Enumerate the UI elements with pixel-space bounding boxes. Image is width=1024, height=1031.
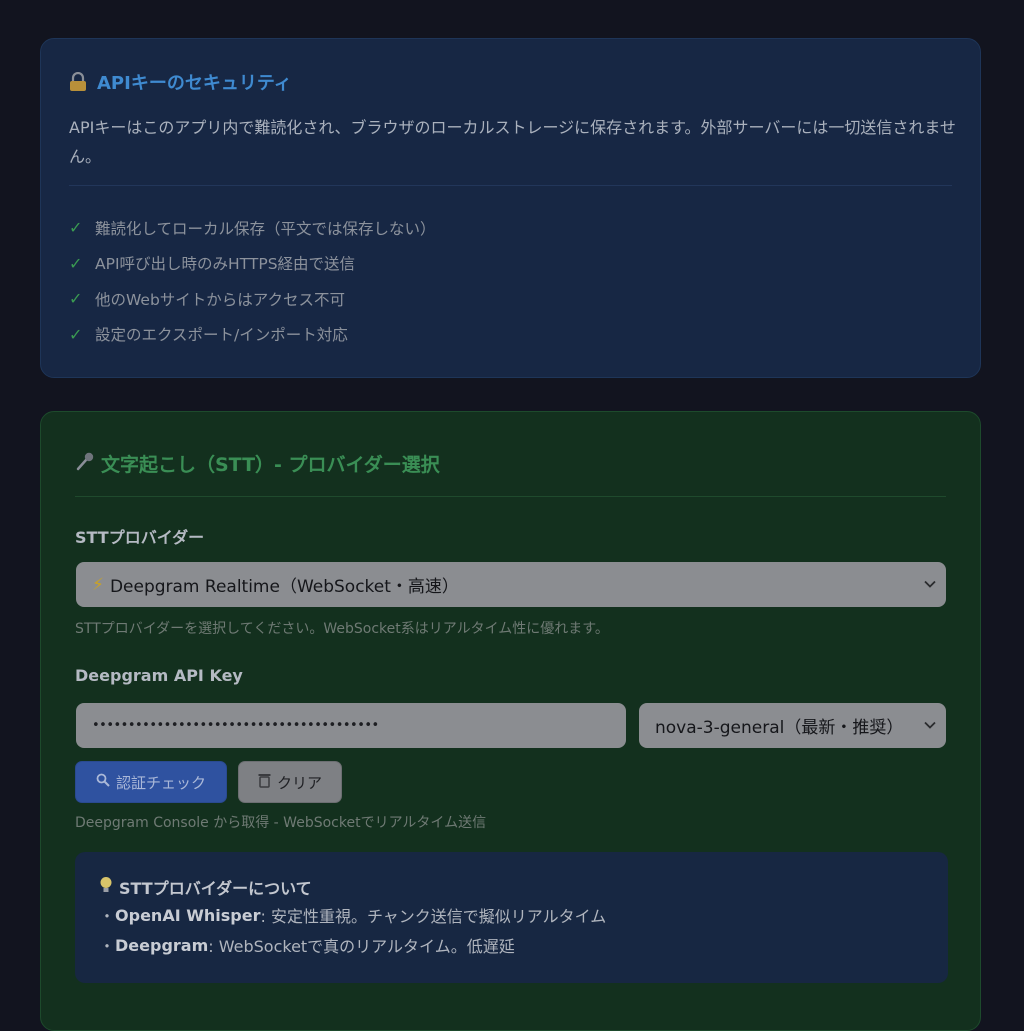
list-item: ✓ API呼び出し時のみHTTPS経由で送信 bbox=[69, 253, 356, 274]
lightning-icon: ⚡ bbox=[92, 574, 104, 595]
security-card: APIキーのセキュリティ APIキーはこのアプリ内で難読化され、ブラウザのローカ… bbox=[40, 38, 981, 378]
model-select[interactable]: nova-3-general（最新・推奨） bbox=[639, 703, 946, 748]
auth-check-button[interactable]: 認証チェック bbox=[75, 761, 227, 803]
info-line-deepgram: ・ Deepgram: WebSocketで真のリアルタイム。低遅延 bbox=[99, 935, 515, 957]
check-icon: ✓ bbox=[69, 289, 83, 309]
security-divider bbox=[69, 185, 952, 186]
lock-icon bbox=[69, 71, 87, 92]
api-key-hint: Deepgram Console から取得 - WebSocketでリアルタイム… bbox=[75, 815, 487, 831]
lightbulb-icon bbox=[99, 876, 113, 898]
trash-icon bbox=[258, 773, 271, 792]
clear-button[interactable]: クリア bbox=[238, 761, 342, 803]
stt-info-box: STTプロバイダーについて ・ OpenAI Whisper: 安定性重視。チャン… bbox=[75, 852, 948, 983]
stt-card: 文字起こし（STT）- プロバイダー選択 STTプロバイダー ⚡ Deepgra… bbox=[40, 411, 981, 1031]
security-title: APIキーのセキュリティ bbox=[69, 69, 292, 95]
chevron-down-icon bbox=[924, 577, 936, 592]
check-icon: ✓ bbox=[69, 218, 83, 238]
stt-divider bbox=[75, 496, 946, 497]
list-item: ✓ 設定のエクスポート/インポート対応 bbox=[69, 324, 348, 345]
info-line-whisper: ・ OpenAI Whisper: 安定性重視。チャンク送信で擬似リアルタイム bbox=[99, 905, 607, 927]
microphone-icon bbox=[75, 451, 95, 476]
security-checklist: ✓ 難読化してローカル保存（平文では保存しない） ✓ API呼び出し時のみHTTPS… bbox=[69, 210, 436, 352]
stt-title: 文字起こし（STT）- プロバイダー選択 bbox=[75, 450, 440, 477]
list-item: ✓ 難読化してローカル保存（平文では保存しない） bbox=[69, 218, 436, 238]
api-key-input[interactable]: •••••••••••••••••••••••••••••••••••••••• bbox=[76, 703, 626, 748]
provider-select[interactable]: ⚡ Deepgram Realtime（WebSocket・高速） bbox=[76, 562, 946, 607]
security-description: APIキーはこのアプリ内で難読化され、ブラウザのローカルストレージに保存されます… bbox=[69, 118, 956, 166]
security-title-text: APIキーのセキュリティ bbox=[97, 73, 292, 94]
list-item: ✓ 他のWebサイトからはアクセス不可 bbox=[69, 289, 346, 309]
magnifier-icon bbox=[96, 773, 110, 791]
info-title: STTプロバイダーについて bbox=[99, 874, 948, 900]
provider-hint: STTプロバイダーを選択してください。WebSocket系はリアルタイム性に優れ… bbox=[75, 621, 609, 637]
check-icon: ✓ bbox=[69, 324, 83, 344]
chevron-down-icon bbox=[924, 718, 936, 733]
provider-label: STTプロバイダー bbox=[75, 528, 205, 547]
api-key-label: Deepgram API Key bbox=[75, 666, 243, 685]
check-icon: ✓ bbox=[69, 253, 83, 273]
